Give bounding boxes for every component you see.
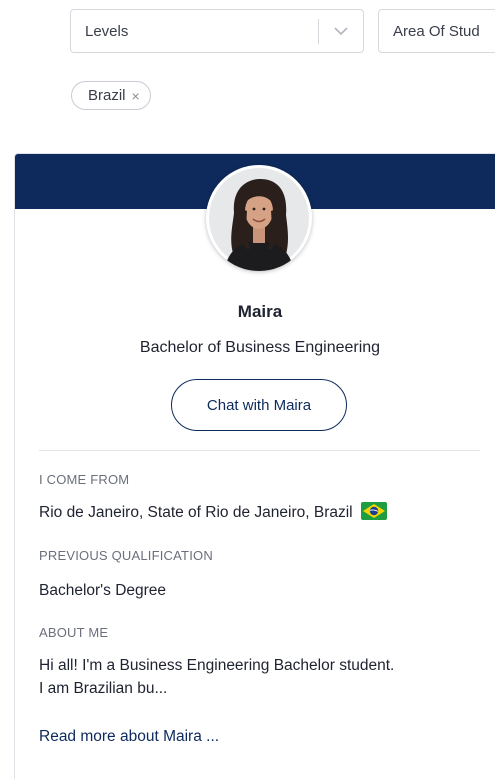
avatar	[206, 165, 312, 271]
divider	[39, 450, 480, 451]
about-me-line-1: Hi all! I'm a Business Engineering Bache…	[39, 657, 395, 674]
ambassador-degree: Bachelor of Business Engineering	[139, 339, 381, 356]
chat-button[interactable]: Chat with Maira	[171, 379, 347, 431]
about-me-label: ABOUT ME	[39, 625, 109, 640]
area-of-study-select[interactable]: Area Of Stud	[378, 9, 495, 53]
chevron-down-icon[interactable]	[333, 24, 349, 38]
close-icon[interactable]: ×	[132, 88, 140, 104]
qualification-value: Bachelor's Degree	[39, 582, 167, 599]
ambassador-name: Maira	[237, 302, 283, 321]
page: Levels Area Of Stud Brazil × Maira Bache…	[0, 0, 495, 779]
avatar-photo	[209, 168, 309, 271]
levels-select[interactable]: Levels	[70, 9, 364, 53]
come-from-value: Rio de Janeiro, State of Rio de Janeiro,…	[39, 501, 387, 524]
select-divider	[318, 19, 319, 44]
levels-select-label: Levels	[85, 23, 129, 40]
come-from-text: Rio de Janeiro, State of Rio de Janeiro,…	[39, 504, 353, 521]
qualification-label: PREVIOUS QUALIFICATION	[39, 548, 213, 563]
read-more-link[interactable]: Read more about Maira ...	[39, 728, 219, 746]
come-from-label: I COME FROM	[39, 472, 130, 487]
about-me-line-2: I am Brazilian bu...	[39, 680, 168, 697]
ambassador-card: Maira Bachelor of Business Engineering C…	[14, 153, 495, 779]
filter-chip-brazil[interactable]: Brazil ×	[71, 81, 151, 110]
area-of-study-select-label: Area Of Stud	[393, 23, 480, 40]
brazil-flag-icon	[360, 502, 387, 520]
filter-chip-label: Brazil	[88, 87, 126, 104]
